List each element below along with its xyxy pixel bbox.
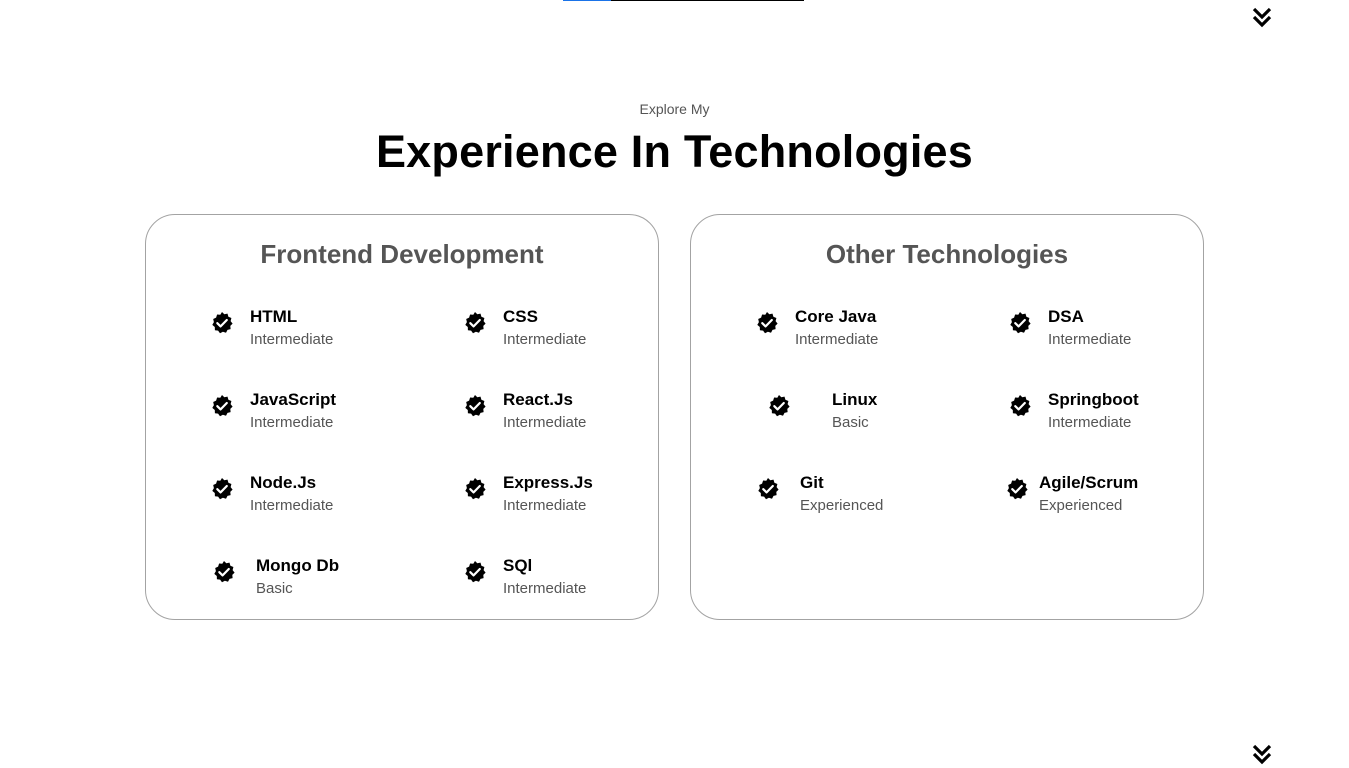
skill-level: Intermediate [1048,331,1132,348]
skill-level: Intermediate [503,331,587,348]
other-technologies-card: Other Technologies Core Java Intermediat… [690,214,1204,620]
skill-item: DSA Intermediate [1008,307,1208,351]
skill-name: Linux [832,390,878,409]
skill-item: CSS Intermediate [463,307,663,351]
skill-item: SQl Intermediate [463,556,663,600]
skill-level: Intermediate [250,414,334,431]
experience-section: Explore My Experience In Technologies Fr… [0,0,1349,768]
skill-name: Mongo Db [256,556,340,575]
skill-name: Agile/Scrum [1039,473,1139,492]
verified-check-icon [1005,477,1029,501]
section-title: Experience In Technologies [375,126,974,177]
skill-item: Springboot Intermediate [1008,390,1208,434]
double-chevron-down-icon[interactable] [1250,743,1274,767]
skill-level: Intermediate [250,331,334,348]
card-title: Other Technologies [825,239,1069,269]
verified-check-icon [1008,311,1032,335]
skill-item: HTML Intermediate [210,307,410,351]
skill-name: Springboot [1048,390,1139,409]
verified-check-icon [755,311,779,335]
skill-item: Agile/Scrum Experienced [1005,473,1205,517]
skill-level: Intermediate [503,580,587,597]
skill-name: Git [800,473,824,492]
skill-name: CSS [503,307,538,326]
skill-item: JavaScript Intermediate [210,390,410,434]
skill-item: Node.Js Intermediate [210,473,410,517]
double-chevron-down-icon[interactable] [1250,6,1274,30]
verified-check-icon [463,560,487,584]
skill-level: Intermediate [503,497,587,514]
verified-check-icon [212,560,236,584]
verified-check-icon [210,311,234,335]
skill-item: Core Java Intermediate [755,307,955,351]
verified-check-icon [463,311,487,335]
divider-line [563,0,804,1]
skill-level: Intermediate [1048,414,1132,431]
skill-name: DSA [1048,307,1084,326]
skill-name: Node.Js [250,473,317,492]
skill-name: HTML [250,307,298,326]
verified-check-icon [767,394,791,418]
verified-check-icon [210,477,234,501]
skill-name: SQl [503,556,533,575]
skill-item: Mongo Db Basic [212,556,412,600]
verified-check-icon [463,394,487,418]
verified-check-icon [756,477,780,501]
skill-level: Intermediate [250,497,334,514]
verified-check-icon [210,394,234,418]
verified-check-icon [463,477,487,501]
skill-item: Git Experienced [756,473,956,517]
section-subtitle: Explore My [639,101,710,117]
verified-check-icon [1008,394,1032,418]
skill-level: Experienced [800,497,884,514]
skill-item: React.Js Intermediate [463,390,663,434]
skill-level: Intermediate [795,331,879,348]
skill-name: React.Js [503,390,573,409]
skill-item: Express.Js Intermediate [463,473,663,517]
skill-name: Core Java [795,307,877,326]
skill-level: Basic [256,580,293,597]
skill-level: Experienced [1039,497,1123,514]
card-title: Frontend Development [260,239,544,269]
skill-item: Linux Basic [767,390,967,434]
divider-accent [563,0,611,1]
skill-level: Intermediate [503,414,587,431]
skill-name: JavaScript [250,390,336,409]
skill-level: Basic [832,414,869,431]
frontend-card: Frontend Development HTML Intermediate C… [145,214,659,620]
skill-name: Express.Js [503,473,593,492]
